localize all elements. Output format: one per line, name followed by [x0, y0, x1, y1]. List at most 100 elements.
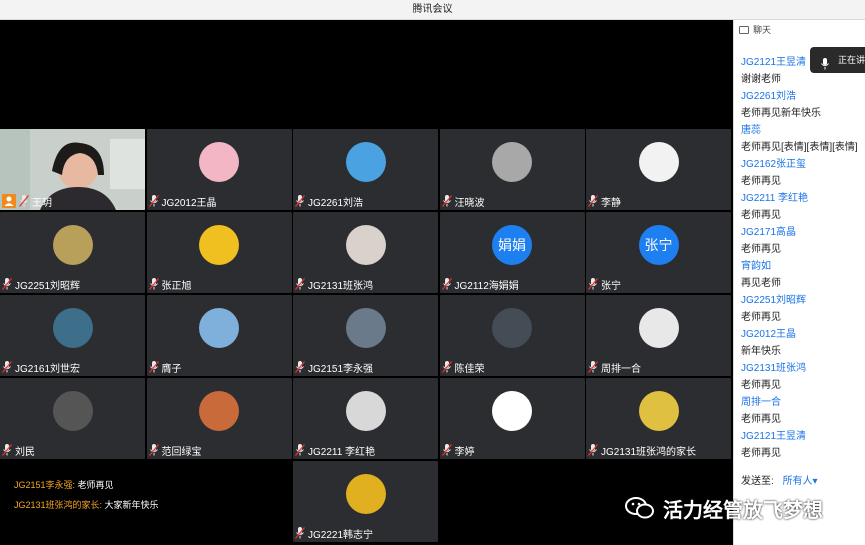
participant-tile[interactable]: 李婷 [439, 378, 585, 459]
chat-sender: JG2131班张鸿 [741, 363, 807, 374]
participant-tile[interactable]: JG2131班张鸿 [293, 212, 438, 293]
muted-mic-icon [2, 278, 12, 290]
send-to-label: 发送至: [741, 476, 774, 487]
muted-mic-icon [441, 444, 452, 456]
participant-tile[interactable]: 陈佳荣 [439, 295, 585, 376]
avatar [345, 308, 386, 348]
participant-name: JG2221韩志宁 [308, 529, 374, 541]
chat-icon [739, 26, 749, 34]
chat-sender: JG2171高晶 [741, 227, 797, 238]
speaking-indicator: 正在讲 [810, 47, 865, 73]
participant-tile[interactable]: 王玥 [0, 129, 145, 210]
overlay-message: JG2131班张鸿的家长: 大家新年快乐 [14, 495, 159, 515]
chat-header: 聊天 [734, 20, 865, 40]
avatar [638, 391, 679, 431]
chat-message-text: 再见老师 [741, 278, 781, 289]
muted-mic-icon [19, 195, 29, 207]
participant-tile[interactable]: 膺子 [146, 295, 292, 376]
participant-tile[interactable]: 汪晓波 [439, 129, 585, 210]
participant-tile[interactable]: 娟娟 JG2112海娟娟 [439, 212, 585, 293]
participant-tile[interactable]: JG2261刘浩 [293, 129, 438, 210]
participant-name: 刘民 [15, 446, 35, 458]
chat-sender: JG2162张正玺 [741, 159, 807, 170]
participant-tile[interactable]: 张正旭 [146, 212, 292, 293]
chat-message-text: 老师再见 [741, 210, 781, 221]
participant-name: JG2161刘世宏 [15, 363, 81, 375]
overlay-message: JG2151李永强: 老师再见 [14, 475, 159, 495]
chat-message-text: 老师再见 [741, 244, 781, 255]
participant-name: JG2131班张鸿 [308, 280, 374, 292]
participant-tile[interactable]: 李静 [586, 129, 731, 210]
avatar: 娟娟 [492, 225, 532, 265]
participant-namebar: JG2131班张鸿 [295, 277, 374, 292]
participant-namebar: 周排一合 [588, 360, 641, 375]
participant-tile[interactable]: 周排一合 [586, 295, 731, 376]
participant-tile[interactable]: JG2211 李红艳 [293, 378, 438, 459]
participant-tile[interactable]: JG2131班张鸿的家长 [586, 378, 731, 459]
muted-mic-icon [295, 444, 305, 456]
participant-namebar: 膺子 [148, 360, 182, 375]
chat-panel: 聊天 JG2121王昱清 谢谢老师 JG2261刘浩 老师再见新年快乐 唐蕊 老师再见[表… [733, 20, 865, 545]
avatar [345, 391, 386, 431]
chat-overlay: JG2151李永强: 老师再见 JG2131班张鸿的家长: 大家新年快乐 [14, 475, 159, 515]
chat-message-text: 老师再见 [741, 448, 781, 459]
avatar [345, 474, 386, 514]
wechat-logo-icon [625, 497, 654, 519]
chat-sender: 周排一合 [741, 397, 781, 408]
participant-tile[interactable]: 范回绿宝 [146, 378, 292, 459]
participant-namebar: JG2211 李红艳 [295, 443, 376, 458]
participant-namebar: 张宁 [588, 277, 621, 292]
send-to-row: 发送至: 所有人▾ [741, 472, 818, 487]
muted-mic-icon [148, 444, 159, 456]
chat-message-list[interactable]: JG2121王昱清 谢谢老师 JG2261刘浩 老师再见新年快乐 唐蕊 老师再见[表情][… [734, 40, 865, 462]
overlay-text: 大家新年快乐 [104, 500, 159, 510]
participant-tile[interactable]: JG2251刘昭辉 [0, 212, 145, 293]
avatar [52, 308, 93, 348]
participant-namebar: 张正旭 [148, 277, 192, 292]
chat-message-text: 谢谢老师 [741, 74, 781, 85]
participant-name: 周排一合 [601, 363, 641, 375]
muted-mic-icon [441, 195, 452, 207]
participant-namebar: JG2112海娟娟 [441, 277, 519, 292]
chat-sender: JG2012王晶 [741, 329, 797, 340]
participant-namebar: 范回绿宝 [148, 443, 202, 458]
chat-message-text: 老师再见 [741, 312, 781, 323]
avatar [52, 391, 93, 431]
chat-sender: JG2121王昱清 [741, 431, 807, 442]
muted-mic-icon [588, 195, 598, 207]
participant-namebar: JG2161刘世宏 [2, 360, 81, 375]
muted-mic-icon [148, 278, 159, 290]
participant-tile[interactable]: 张宁 张宁 [586, 212, 731, 293]
muted-mic-icon [588, 444, 598, 456]
participant-namebar: 汪晓波 [441, 194, 485, 209]
participant-tile[interactable]: JG2151李永强 [293, 295, 438, 376]
participant-name: 王玥 [32, 197, 52, 209]
participant-tile[interactable]: JG2161刘世宏 [0, 295, 145, 376]
chat-title: 聊天 [753, 25, 772, 35]
participant-name: JG2112海娟娟 [454, 280, 519, 292]
chat-message-text: 老师再见 [741, 380, 781, 391]
chat-message-text: 老师再见 [741, 176, 781, 187]
participant-name: 汪晓波 [454, 197, 485, 209]
participant-name: 张正旭 [161, 280, 192, 292]
overlay-sender: JG2151李永强: [14, 480, 76, 490]
participant-name: JG2251刘昭辉 [15, 280, 81, 292]
chat-message-text: 新年快乐 [741, 346, 781, 357]
send-to-dropdown[interactable]: 所有人▾ [783, 476, 818, 487]
participant-tile[interactable]: 刘民 [0, 378, 145, 459]
participant-name: JG2211 李红艳 [308, 446, 376, 458]
muted-mic-icon [295, 195, 305, 207]
participant-name: 李婷 [454, 446, 475, 458]
participant-name: 陈佳荣 [454, 363, 485, 375]
microphone-icon [820, 54, 830, 80]
host-icon [2, 194, 16, 208]
participant-tile[interactable]: JG2221韩志宁 [293, 461, 438, 542]
participant-namebar: JG2012王晶 [148, 194, 217, 209]
chat-sender: JG2251刘昭辉 [741, 295, 807, 306]
chat-message-text: 老师再见[表情][表情][表情] [741, 142, 858, 153]
participant-tile[interactable]: JG2012王晶 [146, 129, 292, 210]
participant-name: 膺子 [161, 363, 182, 375]
muted-mic-icon [588, 361, 598, 373]
avatar [492, 142, 532, 182]
avatar [199, 391, 239, 431]
